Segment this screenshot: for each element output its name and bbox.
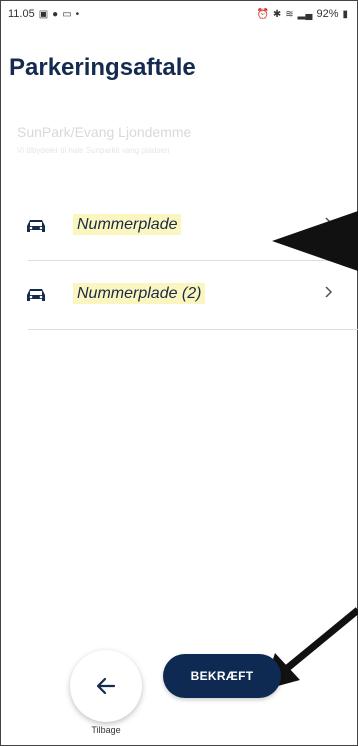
phone-frame xyxy=(0,0,358,746)
alarm-icon: ⏰ xyxy=(256,8,269,20)
battery-percent: 92% xyxy=(316,8,339,20)
confirm-button[interactable]: BEKRÆFT xyxy=(163,654,281,698)
status-left: 11.05 ▣ ● ▭ • xyxy=(8,8,79,20)
page-subtitle-detail: Vi tilbydeler til hale Sunparkit vang pl… xyxy=(17,146,170,155)
row-divider xyxy=(28,260,358,261)
wifi-icon: ≋ xyxy=(285,8,294,20)
status-right: ⏰ ✱ ≋ ▂▄ 92% ▮ xyxy=(256,8,348,20)
back-button[interactable] xyxy=(70,650,142,722)
plate-label-1: Nummerplade xyxy=(73,214,182,235)
dot-icon: • xyxy=(75,8,80,20)
row-divider xyxy=(28,329,358,330)
plate-label-2: Nummerplade (2) xyxy=(73,283,206,304)
plate-row-2[interactable]: Nummerplade (2) xyxy=(0,263,358,329)
status-time: 11.05 xyxy=(8,8,35,20)
chevron-right-icon xyxy=(325,217,333,229)
chevron-right-icon xyxy=(325,286,333,298)
signal-icon: ▂▄ xyxy=(297,8,313,20)
chat-icon: ● xyxy=(52,8,59,20)
plate-row-1[interactable]: Nummerplade xyxy=(0,194,358,260)
arrow-left-icon xyxy=(96,677,116,695)
back-label: Tilbage xyxy=(91,725,121,735)
notification-icon: ▭ xyxy=(62,8,72,20)
page-title: Parkeringsaftale xyxy=(9,54,196,81)
page-subtitle: SunPark/Evang Ljondemme xyxy=(17,124,192,140)
car-icon xyxy=(27,220,45,232)
gallery-icon: ▣ xyxy=(38,8,49,20)
car-icon xyxy=(27,289,45,301)
battery-icon: ▮ xyxy=(342,8,348,20)
bluetooth-icon: ✱ xyxy=(272,8,282,20)
status-bar: 11.05 ▣ ● ▭ • ⏰ ✱ ≋ ▂▄ 92% ▮ xyxy=(0,0,358,30)
